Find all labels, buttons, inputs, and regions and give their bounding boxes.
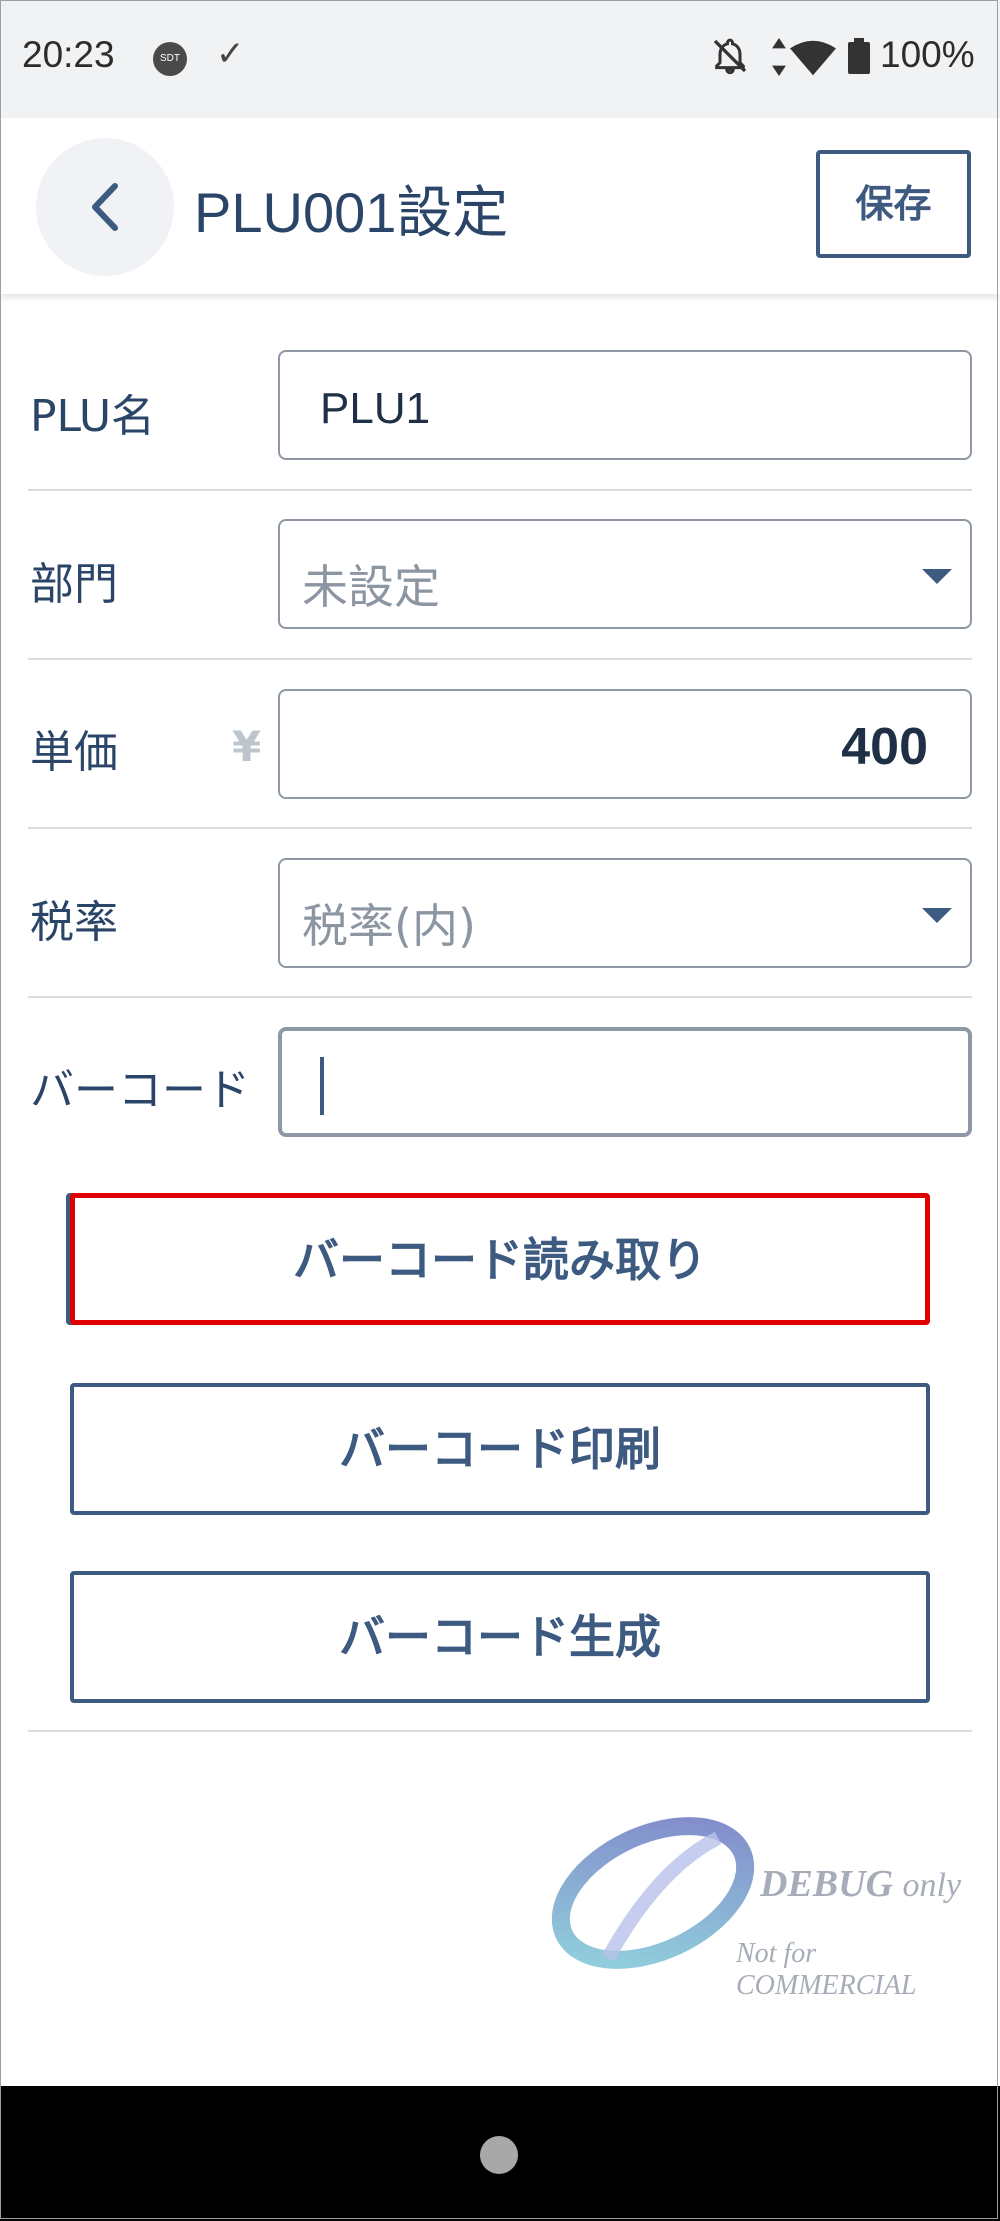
- status-bar: 20:23 SDT ✓ 100%: [0, 0, 1000, 118]
- watermark-only: only: [902, 1867, 962, 1904]
- debug-watermark-logo-icon: [551, 1817, 755, 1969]
- department-label: 部門: [30, 559, 118, 610]
- watermark-debug: DEBUG: [760, 1863, 894, 1905]
- tax-rate-selected: 税率(内): [302, 899, 476, 953]
- yen-symbol: ¥: [232, 722, 262, 771]
- chevron-left-icon: [92, 183, 118, 231]
- divider: [28, 996, 972, 998]
- unit-price-field[interactable]: 400: [278, 689, 972, 799]
- plu-name-field[interactable]: PLU1: [278, 350, 972, 460]
- department-selected: 未設定: [302, 560, 440, 614]
- generate-barcode-button[interactable]: バーコード生成: [70, 1571, 930, 1703]
- plu-name-label: PLU名: [30, 391, 156, 442]
- battery-icon: [848, 38, 870, 74]
- print-barcode-button[interactable]: バーコード印刷: [70, 1383, 930, 1515]
- back-button[interactable]: [36, 138, 174, 276]
- tax-rate-select[interactable]: 税率(内): [278, 858, 972, 968]
- divider: [28, 827, 972, 829]
- unit-price-value: 400: [841, 718, 928, 776]
- bell-off-icon: [713, 38, 747, 75]
- home-button[interactable]: [480, 2136, 518, 2174]
- watermark-not-for-commercial: Not for COMMERCIAL: [736, 1938, 917, 2001]
- wifi-icon: [790, 40, 836, 76]
- status-time: 20:23: [22, 34, 115, 75]
- barcode-label: バーコード: [30, 1065, 250, 1116]
- data-arrows-icon: [772, 38, 786, 76]
- save-button[interactable]: 保存: [816, 150, 971, 258]
- read-barcode-button[interactable]: バーコード読み取り: [70, 1193, 930, 1325]
- text-cursor: [320, 1057, 324, 1115]
- watermark-debug-text: DEBUG only: [760, 1862, 961, 1906]
- divider: [28, 658, 972, 660]
- dropdown-arrow-icon: [922, 569, 952, 584]
- page-title: PLU001設定: [194, 181, 509, 244]
- department-select[interactable]: 未設定: [278, 519, 972, 629]
- tax-rate-label: 税率: [30, 897, 118, 948]
- check-icon: ✓: [216, 34, 245, 74]
- barcode-input[interactable]: [278, 1027, 972, 1137]
- divider: [28, 489, 972, 491]
- battery-percent: 100%: [880, 34, 975, 75]
- sdt-badge-icon: SDT: [153, 42, 187, 76]
- dropdown-arrow-icon: [922, 908, 952, 923]
- unit-price-label: 単価: [30, 727, 118, 778]
- plu-name-value: PLU1: [320, 384, 431, 433]
- divider: [28, 1730, 972, 1732]
